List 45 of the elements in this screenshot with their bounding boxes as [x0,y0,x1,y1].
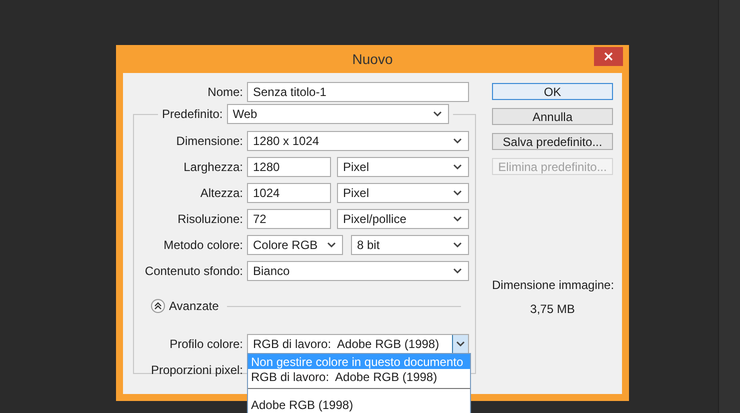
chevron-down-icon [453,268,462,274]
close-icon [604,52,613,61]
chevron-down-icon [456,341,465,347]
chevron-down-icon [453,190,462,196]
input-field[interactable]: 1280 [247,157,331,177]
field-label: Profilo colore: [168,336,243,353]
input-field[interactable]: Senza titolo-1 [247,82,469,102]
field-label: Nome: [206,84,243,101]
chevron-down-icon [327,242,336,248]
chevron-down-icon [453,138,462,144]
section-label: Avanzate [169,298,219,315]
chevron-down-icon [453,216,462,222]
field-label: Altezza: [199,185,243,202]
chevron-down-icon [453,164,462,170]
dropdown[interactable]: 1280 x 1024 [247,131,469,151]
dropdown[interactable]: Web [226,104,449,124]
dropdown-option[interactable]: RGB di lavoro: Adobe RGB (1998) [248,369,470,384]
dialog-button[interactable]: OK [492,83,613,100]
dropdown[interactable]: Pixel [337,183,469,203]
input-field[interactable]: 1024 [247,183,331,203]
close-button[interactable] [594,47,623,66]
dropdown[interactable]: 8 bit [351,235,469,255]
chevron-down-icon [453,242,462,248]
field-label: Larghezza: [182,159,243,176]
dropdown[interactable]: Bianco [247,261,469,281]
info-value: 3,75 MB [529,301,576,318]
input-field[interactable]: 72 [247,209,331,229]
window-title: Nuovo [352,50,393,68]
dialog-button[interactable]: Salva predefinito... [492,133,613,150]
info-label: Dimensione immagine: [492,277,613,294]
double-chevron-up-icon [154,302,162,310]
dialog-button[interactable]: Annulla [492,108,613,125]
field-label: Contenuto sfondo: [144,263,243,280]
field-label: Proporzioni pixel: [150,362,243,379]
chevron-down-icon [432,111,442,117]
field-label: Predefinito: [162,106,223,123]
dropdown-option[interactable]: Adobe RGB (1998) [248,397,470,412]
dropdown[interactable]: Pixel/pollice [337,209,469,229]
dropdown[interactable]: RGB di lavoro: Adobe RGB (1998) [247,334,469,354]
field-label: Metodo colore: [162,237,243,254]
field-label: Risoluzione: [176,211,243,228]
expand-toggle[interactable] [151,299,165,313]
dropdown[interactable]: Colore RGB [247,235,343,255]
dropdown[interactable]: Pixel [337,157,469,177]
field-label: Dimensione: [175,133,243,150]
